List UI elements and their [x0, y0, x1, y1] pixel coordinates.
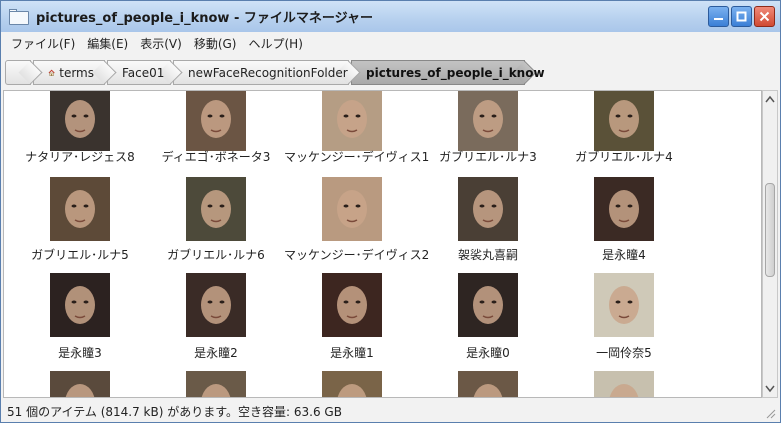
file-manager-window: pictures_of_people_i_know - ファイルマネージャー フ…: [0, 0, 781, 423]
close-button[interactable]: [754, 6, 775, 27]
image-thumbnail: [322, 273, 382, 337]
menu-view[interactable]: 表示(V): [134, 35, 188, 52]
image-thumbnail: [458, 91, 518, 151]
image-thumbnail: [322, 371, 382, 397]
image-thumbnail: [186, 273, 246, 337]
window-title: pictures_of_people_i_know - ファイルマネージャー: [36, 11, 373, 26]
file-label: ガブリエル･ルナ5: [31, 248, 129, 262]
maximize-button[interactable]: [731, 6, 752, 27]
file-label: 是永瞳4: [602, 248, 646, 262]
status-text: 51 個のアイテム (814.7 kB) があります。空き容量: 63.6 GB: [7, 404, 342, 419]
breadcrumb-newfacerecognitionfolder[interactable]: newFaceRecognitionFolder: [173, 60, 361, 85]
breadcrumb-newfacerecognitionfolder-label: newFaceRecognitionFolder: [188, 65, 348, 80]
menu-go[interactable]: 移動(G): [188, 35, 243, 52]
minimize-icon: [714, 18, 723, 20]
menu-bar: ファイル(F) 編集(E) 表示(V) 移動(G) ヘルプ(H): [1, 32, 780, 54]
image-thumbnail: [594, 91, 654, 151]
title-bar[interactable]: pictures_of_people_i_know - ファイルマネージャー: [1, 1, 780, 32]
image-thumbnail: [50, 273, 110, 337]
image-thumbnail: [50, 371, 110, 397]
resize-grip-icon[interactable]: [764, 407, 776, 419]
scroll-up-icon[interactable]: [765, 95, 775, 103]
file-label: 是永瞳3: [58, 346, 102, 360]
home-icon: [48, 69, 55, 76]
file-label: ナタリア･レジェス8: [25, 150, 135, 164]
menu-edit[interactable]: 編集(E): [81, 35, 134, 52]
file-label: マッケンジー･デイヴィス2: [284, 248, 430, 262]
file-label: マッケンジー･デイヴィス1: [284, 150, 430, 164]
image-thumbnail: [186, 177, 246, 241]
breadcrumb-pictures-of-people-i-know[interactable]: pictures_of_people_i_know: [351, 60, 545, 85]
breadcrumb-toggle-button[interactable]: [5, 60, 43, 85]
breadcrumb: terms Face01 newFaceRecognitionFolder pi…: [5, 58, 777, 86]
image-thumbnail: [594, 273, 654, 337]
status-bar: 51 個のアイテム (814.7 kB) があります。空き容量: 63.6 GB: [1, 400, 780, 422]
breadcrumb-current-label: pictures_of_people_i_know: [366, 65, 545, 80]
file-label: ガブリエル･ルナ4: [575, 150, 673, 164]
scrollbar-thumb[interactable]: [765, 183, 775, 277]
file-label: 是永瞳0: [466, 346, 510, 360]
vertical-scrollbar[interactable]: [762, 90, 778, 398]
breadcrumb-face01[interactable]: Face01: [107, 60, 183, 85]
image-thumbnail: [458, 273, 518, 337]
image-thumbnail: [594, 371, 654, 397]
file-grid[interactable]: ナタリア･レジェス8 ディエゴ･ボネータ3 マッケンジー･デイヴィス1 ガブリエル･ル…: [3, 90, 762, 398]
image-thumbnail: [322, 91, 382, 151]
file-label: 一岡伶奈5: [596, 346, 652, 360]
file-label: ディエゴ･ボネータ3: [161, 150, 271, 164]
image-thumbnail: [186, 91, 246, 151]
file-label: 是永瞳2: [194, 346, 238, 360]
scroll-down-icon[interactable]: [765, 385, 775, 393]
close-icon: [759, 11, 770, 22]
breadcrumb-face01-label: Face01: [122, 65, 165, 80]
image-thumbnail: [322, 177, 382, 241]
breadcrumb-terms[interactable]: terms: [33, 60, 117, 85]
file-label: 袈裟丸喜嗣: [457, 248, 518, 262]
breadcrumb-terms-label: terms: [59, 65, 94, 80]
image-thumbnail: [50, 177, 110, 241]
image-thumbnail: [458, 177, 518, 241]
menu-help[interactable]: ヘルプ(H): [242, 35, 308, 52]
image-thumbnail: [594, 177, 654, 241]
image-thumbnail: [186, 371, 246, 397]
file-label: 是永瞳1: [330, 346, 374, 360]
menu-file[interactable]: ファイル(F): [5, 35, 81, 52]
image-thumbnail: [50, 91, 110, 151]
image-thumbnail: [458, 371, 518, 397]
file-label: ガブリエル･ルナ6: [167, 248, 265, 262]
minimize-button[interactable]: [708, 6, 729, 27]
maximize-icon: [736, 11, 747, 22]
folder-icon: [9, 8, 29, 25]
file-label: ガブリエル･ルナ3: [439, 150, 537, 164]
